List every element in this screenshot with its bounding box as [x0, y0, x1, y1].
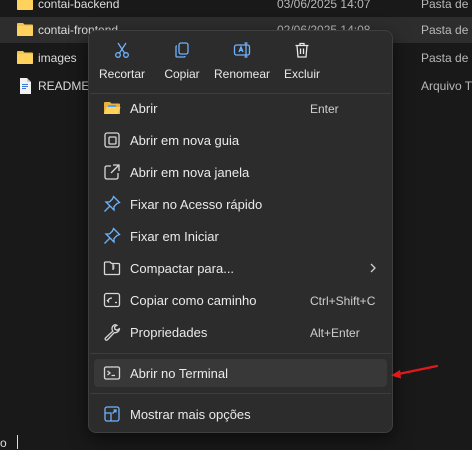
folder-icon [17, 50, 33, 64]
menu-item-label: Mostrar mais opções [130, 407, 251, 422]
text-caret [17, 435, 18, 449]
menu-item-label: Abrir [130, 101, 158, 116]
file-row[interactable]: contai-backend 03/06/2025 14:07 Pasta de… [0, 0, 472, 17]
menu-item-copy-path[interactable]: Copiar como caminho Ctrl+Shift+C [94, 286, 387, 314]
wrench-icon [103, 323, 121, 341]
file-name: images [38, 51, 77, 65]
file-date: 03/06/2025 14:07 [277, 0, 371, 11]
folder-icon [17, 22, 33, 36]
trash-icon [293, 41, 311, 59]
menu-separator [90, 353, 391, 354]
more-options-icon [103, 405, 121, 423]
context-menu: Recortar Copiar Renomear Excluir Abrir E… [88, 30, 393, 433]
delete-button[interactable]: Excluir [271, 37, 333, 89]
menu-item-compress[interactable]: Compactar para... [94, 254, 387, 282]
file-name: contai-backend [38, 0, 120, 11]
menu-item-shortcut: Alt+Enter [310, 326, 360, 340]
menu-item-shortcut: Ctrl+Shift+C [310, 294, 376, 308]
delete-label: Excluir [283, 67, 320, 81]
menu-item-label: Copiar como caminho [130, 293, 257, 308]
rename-icon [233, 41, 251, 59]
menu-item-pin-quick-access[interactable]: Fixar no Acesso rápido [94, 190, 387, 218]
pin-icon [103, 227, 121, 245]
chevron-right-icon [368, 261, 378, 275]
address-text: o [0, 436, 7, 450]
terminal-icon [103, 364, 121, 382]
menu-item-label: Propriedades [130, 325, 208, 340]
file-type: Pasta de a [421, 51, 472, 65]
copy-button[interactable]: Copiar [151, 37, 213, 89]
cut-icon [113, 41, 131, 59]
new-window-icon [103, 163, 121, 181]
copy-path-icon [103, 291, 121, 309]
pin-icon [103, 195, 121, 213]
menu-item-label: Abrir no Terminal [130, 366, 229, 381]
menu-item-open-new-window[interactable]: Abrir em nova janela [94, 158, 387, 186]
quick-actions-bar: Recortar Copiar Renomear Excluir [89, 37, 392, 89]
menu-item-open-new-tab[interactable]: Abrir em nova guia [94, 126, 387, 154]
cut-label: Recortar [98, 67, 145, 81]
folder-icon [17, 0, 33, 10]
menu-item-open[interactable]: Abrir Enter [94, 94, 387, 122]
zip-folder-icon [103, 259, 121, 277]
menu-item-pin-start[interactable]: Fixar em Iniciar [94, 222, 387, 250]
menu-item-label: Compactar para... [130, 261, 235, 276]
file-type: Pasta de a [421, 23, 472, 37]
menu-separator [90, 393, 391, 394]
annotation-arrow-icon [390, 363, 440, 381]
file-name: README [38, 79, 90, 93]
menu-item-show-more-options[interactable]: Mostrar mais opções [94, 400, 387, 428]
menu-item-open-terminal[interactable]: Abrir no Terminal [94, 359, 387, 387]
file-type: Pasta de a [421, 0, 472, 11]
menu-item-shortcut: Enter [310, 102, 339, 116]
rename-label: Renomear [213, 67, 271, 81]
menu-item-label: Abrir em nova janela [130, 165, 250, 180]
copy-label: Copiar [164, 67, 200, 81]
menu-item-properties[interactable]: Propriedades Alt+Enter [94, 318, 387, 346]
new-tab-icon [103, 131, 121, 149]
menu-item-label: Abrir em nova guia [130, 133, 240, 148]
cut-button[interactable]: Recortar [91, 37, 153, 89]
file-type: Arquivo T [421, 79, 472, 93]
menu-item-label: Fixar em Iniciar [130, 229, 219, 244]
menu-item-label: Fixar no Acesso rápido [130, 197, 263, 212]
rename-button[interactable]: Renomear [211, 37, 273, 89]
document-icon [17, 78, 33, 94]
folder-open-icon [103, 99, 121, 117]
copy-icon [173, 41, 191, 59]
